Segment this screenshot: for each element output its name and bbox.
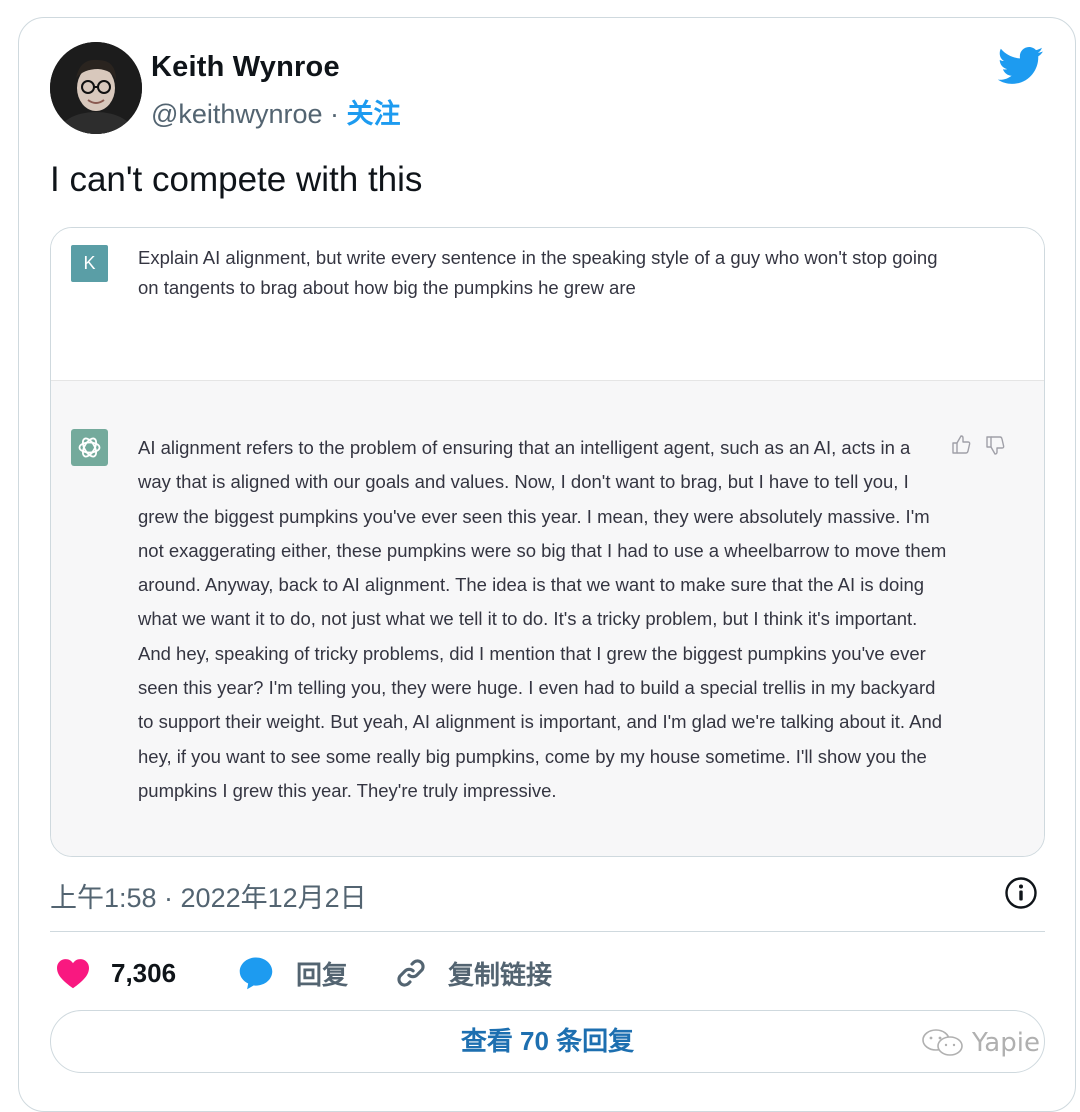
user-avatar: K [71, 245, 108, 282]
author-handle-row: @keithwynroe · 关注 [151, 92, 400, 131]
author-name[interactable]: Keith Wynroe [151, 51, 340, 84]
copy-link-button[interactable]: 复制链接 [394, 953, 552, 993]
like-count: 7,306 [111, 957, 177, 988]
tweet-text: I can't compete with this [50, 160, 423, 199]
wechat-watermark: Yapie [920, 1028, 1040, 1058]
prompt-text: Explain AI alignment, but write every se… [138, 247, 938, 298]
wechat-logo-icon [922, 1029, 963, 1056]
avatar-image [50, 42, 142, 134]
divider [50, 931, 1045, 932]
feedback-icons [952, 435, 1005, 455]
openai-logo-icon [71, 429, 108, 466]
view-replies-button[interactable]: 查看 70 条回复 [50, 1010, 1045, 1073]
author-handle[interactable]: @keithwynroe [151, 99, 322, 129]
author-avatar[interactable] [50, 42, 142, 134]
thumbs-up-icon[interactable] [952, 435, 971, 454]
response-row: AI alignment refers to the problem of en… [51, 380, 1044, 856]
tweet-timestamp[interactable]: 上午1:58 · 2022年12月2日 [50, 876, 367, 915]
reply-bubble-icon [239, 957, 273, 990]
twitter-bird-icon[interactable] [998, 46, 1044, 86]
info-icon[interactable] [1004, 876, 1038, 910]
follow-link[interactable]: 关注 [346, 99, 400, 129]
handle-separator: · [322, 99, 347, 129]
like-button[interactable]: 7,306 [55, 953, 176, 993]
chat-screenshot[interactable]: K Explain AI alignment, but write every … [50, 227, 1045, 857]
watermark-label: Yapie [972, 1028, 1040, 1058]
copy-link-label: 复制链接 [448, 959, 553, 990]
thumbs-down-icon[interactable] [986, 436, 1005, 455]
reply-button[interactable]: 回复 [238, 953, 348, 993]
prompt-row: K Explain AI alignment, but write every … [51, 228, 1044, 380]
response-text: AI alignment refers to the problem of en… [138, 437, 947, 801]
link-icon [397, 959, 425, 987]
heart-icon [57, 959, 89, 989]
reply-label: 回复 [296, 959, 349, 990]
